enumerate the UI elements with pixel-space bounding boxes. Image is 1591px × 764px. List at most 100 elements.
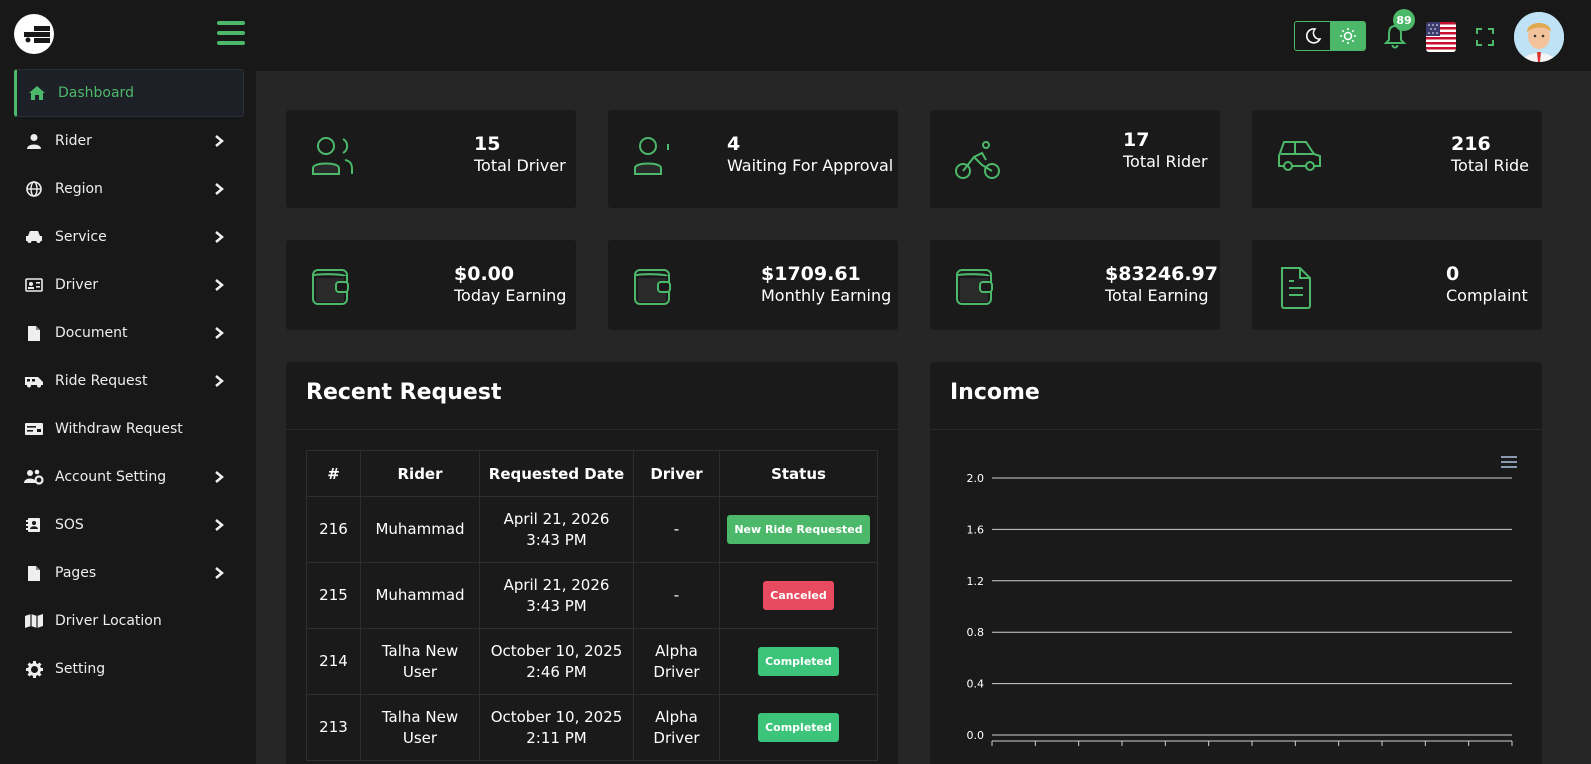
recent-request-title: Recent Request bbox=[306, 380, 502, 405]
sidebar-item-label: Pages bbox=[55, 565, 97, 581]
cell-status: Completed bbox=[719, 694, 878, 761]
chevron-right-icon bbox=[215, 327, 224, 339]
sidebar-item-dashboard[interactable]: Dashboard bbox=[14, 69, 244, 117]
cell-date: April 21, 2026 3:43 PM bbox=[479, 496, 634, 563]
table-row[interactable]: 214 Talha New User October 10, 2025 2:46 P… bbox=[306, 628, 878, 695]
stat-card-waiting-approval[interactable]: 4 Waiting For Approval bbox=[608, 110, 898, 208]
column-header: Rider bbox=[360, 450, 480, 497]
user-avatar[interactable] bbox=[1514, 12, 1564, 62]
stat-card-today-earning[interactable]: $0.00 Today Earning bbox=[286, 240, 576, 330]
stat-label: Today Earning bbox=[454, 286, 567, 305]
sidebar: Dashboard Rider Region Service Driver Do… bbox=[0, 0, 256, 764]
table-row[interactable]: 213 Talha New User October 10, 2025 2:11 P… bbox=[306, 694, 878, 761]
rider-name: Talha New bbox=[381, 641, 459, 660]
stat-value: 0 bbox=[1446, 263, 1460, 285]
chevron-right-icon bbox=[215, 519, 224, 531]
cell-date: April 21, 2026 3:43 PM bbox=[479, 562, 634, 629]
stat-card-monthly-earning[interactable]: $1709.61 Monthly Earning bbox=[608, 240, 898, 330]
stat-label: Total Rider bbox=[1123, 152, 1208, 171]
wallet-icon bbox=[956, 269, 993, 305]
cell-driver: Alpha Driver bbox=[633, 694, 720, 761]
sidebar-item-label: Setting bbox=[55, 661, 106, 677]
wallet-icon bbox=[634, 269, 671, 305]
stat-value: 216 bbox=[1451, 133, 1491, 155]
stat-value: 4 bbox=[727, 133, 741, 155]
stat-label: Total Ride bbox=[1451, 156, 1530, 175]
stat-label: Complaint bbox=[1446, 286, 1528, 305]
stat-card-complaint[interactable]: 0 Complaint bbox=[1252, 240, 1542, 330]
sidebar-item-sos[interactable]: SOS bbox=[14, 501, 244, 549]
cell-rider: Muhammad bbox=[360, 496, 480, 563]
request-time: 3:43 PM bbox=[526, 596, 587, 615]
wallet-icon bbox=[312, 269, 349, 305]
status-badge: Canceled bbox=[763, 581, 834, 610]
stat-label: Monthly Earning bbox=[761, 286, 892, 305]
chevron-right-icon bbox=[215, 375, 224, 387]
y-tick-label: 2.0 bbox=[967, 472, 985, 485]
sidebar-item-pages[interactable]: Pages bbox=[14, 549, 244, 597]
sidebar-item-document[interactable]: Document bbox=[14, 309, 244, 357]
sidebar-item-account-setting[interactable]: Account Setting bbox=[14, 453, 244, 501]
table-row[interactable]: 216 Muhammad April 21, 2026 3:43 PM - New… bbox=[306, 496, 878, 563]
cell-id: 215 bbox=[306, 562, 361, 629]
driver-name: Driver bbox=[653, 662, 700, 681]
cell-id: 213 bbox=[306, 694, 361, 761]
income-panel: Income 0.0 0.4 0.8 1.2 1.6 2.0 bbox=[930, 362, 1542, 764]
driver-name: - bbox=[673, 520, 680, 538]
stat-card-total-rider[interactable]: 17 Total Rider bbox=[930, 110, 1220, 208]
cell-date: October 10, 2025 2:46 PM bbox=[479, 628, 634, 695]
moon-icon[interactable] bbox=[1295, 22, 1330, 50]
sidebar-item-withdraw-request[interactable]: Withdraw Request bbox=[14, 405, 244, 453]
table-row[interactable]: 215 Muhammad April 21, 2026 3:43 PM - Can… bbox=[306, 562, 878, 629]
y-tick-label: 0.8 bbox=[967, 626, 985, 639]
cell-rider: Muhammad bbox=[360, 562, 480, 629]
us-flag-icon[interactable] bbox=[1426, 22, 1456, 52]
sidebar-nav: Dashboard Rider Region Service Driver Do… bbox=[14, 69, 244, 693]
sidebar-item-rider[interactable]: Rider bbox=[14, 117, 244, 165]
sun-icon[interactable] bbox=[1330, 22, 1365, 50]
request-time: 2:46 PM bbox=[526, 662, 587, 681]
chevron-right-icon bbox=[215, 183, 224, 195]
sidebar-item-label: Rider bbox=[55, 133, 92, 149]
sidebar-item-label: Driver Location bbox=[55, 613, 162, 629]
driver-name: - bbox=[673, 586, 680, 604]
stat-value: $83246.97 bbox=[1105, 263, 1218, 285]
fullscreen-icon[interactable] bbox=[1475, 27, 1495, 47]
recent-request-panel: Recent Request # Rider Requested Date Dr… bbox=[286, 362, 898, 764]
y-tick-label: 1.6 bbox=[967, 523, 985, 536]
sidebar-item-driver[interactable]: Driver bbox=[14, 261, 244, 309]
brand-logo[interactable] bbox=[14, 14, 54, 54]
request-date: April 21, 2026 bbox=[503, 575, 610, 594]
home-icon bbox=[26, 84, 48, 102]
chevron-right-icon bbox=[215, 135, 224, 147]
status-badge: Completed bbox=[758, 647, 839, 676]
stat-value: $0.00 bbox=[454, 263, 515, 285]
cell-date: October 10, 2025 2:11 PM bbox=[479, 694, 634, 761]
cell-driver: - bbox=[633, 562, 720, 629]
sidebar-item-region[interactable]: Region bbox=[14, 165, 244, 213]
cell-rider: Talha New User bbox=[360, 694, 480, 761]
stat-card-total-ride[interactable]: 216 Total Ride bbox=[1252, 110, 1542, 208]
y-tick-label: 0.4 bbox=[967, 678, 985, 691]
sidebar-item-label: SOS bbox=[55, 517, 84, 533]
sidebar-item-label: Account Setting bbox=[55, 469, 167, 485]
chevron-right-icon bbox=[215, 279, 224, 291]
stat-label: Total Driver bbox=[474, 156, 566, 175]
sidebar-item-ride-request[interactable]: Ride Request bbox=[14, 357, 244, 405]
sidebar-item-driver-location[interactable]: Driver Location bbox=[14, 597, 244, 645]
bicycle-icon bbox=[955, 141, 1000, 179]
sidebar-item-service[interactable]: Service bbox=[14, 213, 244, 261]
cell-status: New Ride Requested bbox=[719, 496, 878, 563]
sidebar-item-label: Dashboard bbox=[58, 85, 134, 101]
stat-label: Waiting For Approval bbox=[727, 156, 894, 175]
stat-card-total-driver[interactable]: 15 Total Driver bbox=[286, 110, 576, 208]
user-icon bbox=[23, 132, 45, 150]
stat-card-total-earning[interactable]: $83246.97 Total Earning bbox=[930, 240, 1220, 330]
rider-name: Talha New bbox=[381, 707, 459, 726]
sidebar-item-setting[interactable]: Setting bbox=[14, 645, 244, 693]
column-header: Status bbox=[719, 450, 878, 497]
hamburger-menu-icon[interactable] bbox=[217, 21, 245, 47]
car-icon bbox=[1278, 141, 1321, 171]
sidebar-item-label: Withdraw Request bbox=[55, 421, 183, 437]
theme-toggle[interactable] bbox=[1294, 21, 1366, 51]
